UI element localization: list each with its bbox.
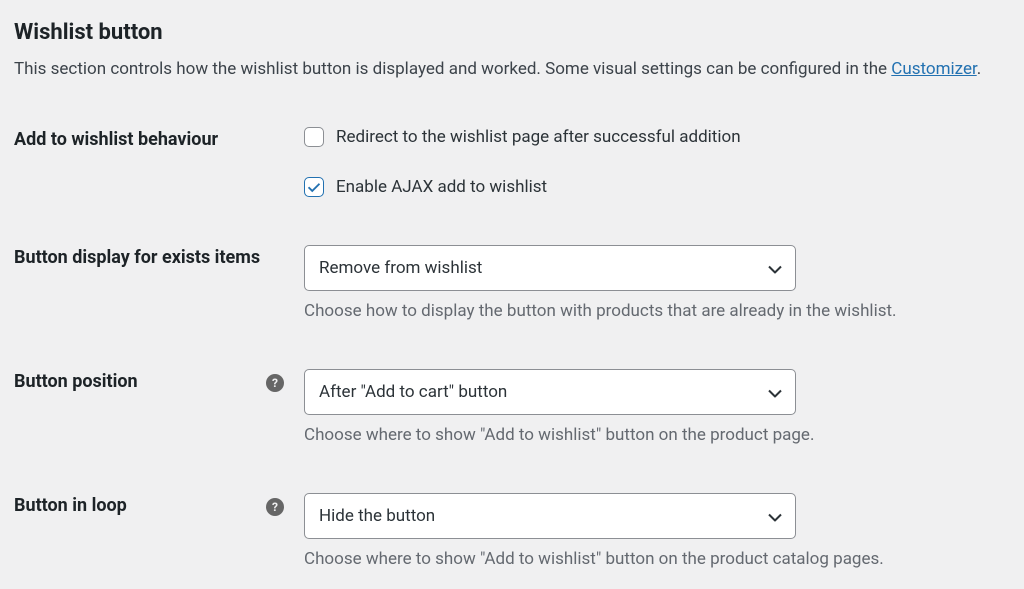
select-position-wrapper: After "Add to cart" button — [304, 369, 796, 415]
row-loop: Button in loop ? Hide the button Choose … — [14, 493, 1010, 569]
select-exists-display[interactable]: Remove from wishlist — [304, 245, 796, 291]
help-icon[interactable]: ? — [266, 498, 284, 516]
row-exists-display: Button display for exists items Remove f… — [14, 245, 1010, 321]
checkbox-item-ajax: Enable AJAX add to wishlist — [304, 177, 1010, 197]
select-loop-value: Hide the button — [319, 506, 435, 526]
select-loop[interactable]: Hide the button — [304, 493, 796, 539]
row-behaviour: Add to wishlist behaviour Redirect to th… — [14, 127, 1010, 197]
label-exists-display: Button display for exists items — [14, 245, 304, 268]
field-exists-display: Remove from wishlist Choose how to displ… — [304, 245, 1010, 321]
checkbox-item-redirect: Redirect to the wishlist page after succ… — [304, 127, 1010, 147]
checkbox-ajax[interactable] — [304, 177, 324, 197]
label-position-text: Button position — [14, 371, 138, 392]
section-description: This section controls how the wishlist b… — [14, 59, 1010, 79]
settings-form: Add to wishlist behaviour Redirect to th… — [14, 127, 1010, 569]
label-position: Button position ? — [14, 369, 304, 392]
select-exists-display-value: Remove from wishlist — [319, 258, 482, 278]
select-position-value: After "Add to cart" button — [319, 382, 507, 402]
section-description-suffix: . — [977, 59, 981, 79]
checkbox-ajax-label: Enable AJAX add to wishlist — [336, 177, 547, 197]
checkbox-redirect-label: Redirect to the wishlist page after succ… — [336, 127, 741, 147]
row-position: Button position ? After "Add to cart" bu… — [14, 369, 1010, 445]
field-position: After "Add to cart" button Choose where … — [304, 369, 1010, 445]
label-behaviour: Add to wishlist behaviour — [14, 127, 304, 150]
checkbox-redirect[interactable] — [304, 127, 324, 147]
desc-position: Choose where to show "Add to wishlist" b… — [304, 425, 1010, 445]
section-title: Wishlist button — [14, 20, 1010, 45]
desc-loop: Choose where to show "Add to wishlist" b… — [304, 549, 1010, 569]
help-icon[interactable]: ? — [266, 374, 284, 392]
select-position[interactable]: After "Add to cart" button — [304, 369, 796, 415]
desc-exists-display: Choose how to display the button with pr… — [304, 301, 1010, 321]
check-icon — [307, 180, 321, 194]
select-exists-display-wrapper: Remove from wishlist — [304, 245, 796, 291]
section-description-text: This section controls how the wishlist b… — [14, 59, 891, 79]
label-loop-text: Button in loop — [14, 495, 127, 516]
select-loop-wrapper: Hide the button — [304, 493, 796, 539]
field-loop: Hide the button Choose where to show "Ad… — [304, 493, 1010, 569]
customizer-link[interactable]: Customizer — [891, 59, 976, 79]
label-loop: Button in loop ? — [14, 493, 304, 516]
field-behaviour: Redirect to the wishlist page after succ… — [304, 127, 1010, 197]
